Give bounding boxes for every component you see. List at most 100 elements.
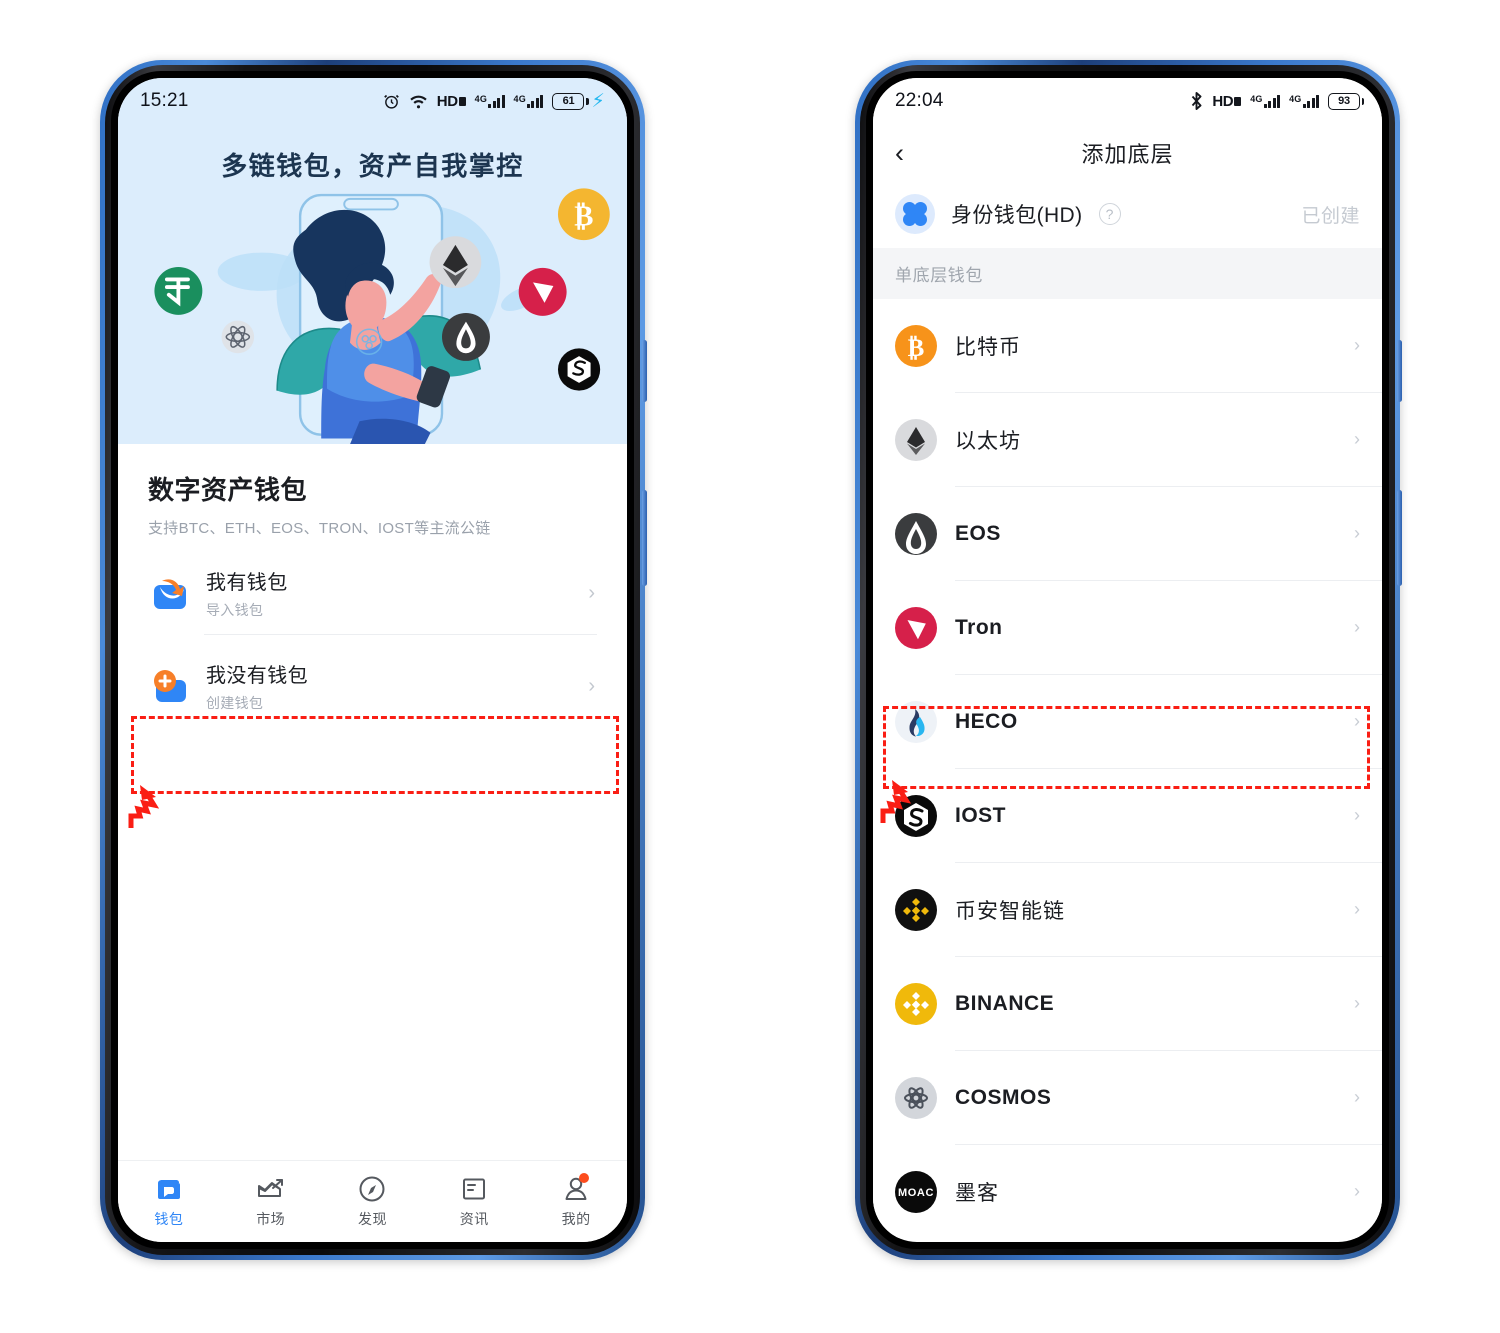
phone-inner-bezel: 15:21 HD 4G 4G 61 ⚡ 多链钱包，资产自我掌控 ₿ 数字资产钱包… <box>111 71 634 1249</box>
chain-row-HECO[interactable]: HECO › <box>873 675 1382 768</box>
bluetooth-icon <box>1190 92 1203 110</box>
no-wallet-text: 我没有钱包 创建钱包 <box>206 659 572 713</box>
nav-tab-mine-label: 我的 <box>561 1211 591 1227</box>
chevron-right-icon: › <box>1354 805 1360 825</box>
no-wallet-title: 我没有钱包 <box>206 665 308 687</box>
right-phone-device: 22:04 HD 4G 4G 93 ‹ 添加底层 身份钱包(HD) ? 已创建 … <box>855 60 1402 1260</box>
right-status-bar: 22:04 HD 4G 4G 93 <box>873 78 1382 124</box>
tron-icon <box>895 606 937 649</box>
left-status-icons: HD 4G 4G 61 ⚡ <box>383 92 605 111</box>
nav-tab-discover[interactable]: 发现 <box>322 1174 424 1229</box>
charging-bolt-icon: ⚡ <box>591 90 605 112</box>
chain-name-label: BINANCE <box>955 991 1055 1015</box>
svg-text:₿: ₿ <box>908 335 925 362</box>
chevron-right-icon-2: › <box>588 674 595 697</box>
no-wallet-row[interactable]: 我没有钱包 创建钱包 › <box>148 645 597 727</box>
wallet-card-section: 数字资产钱包 支持BTC、ETH、EOS、TRON、IOST等主流公链 我有钱包… <box>118 444 627 727</box>
hd-wallet-row[interactable]: 身份钱包(HD) ? 已创建 <box>873 182 1382 248</box>
chevron-right-icon: › <box>1354 899 1360 919</box>
chain-name-label: 以太坊 <box>955 429 1021 453</box>
chevron-right-icon: › <box>1354 617 1360 637</box>
no-wallet-sub: 创建钱包 <box>206 695 264 711</box>
hd-wallet-clover-icon <box>895 194 935 234</box>
left-phone-device: 15:21 HD 4G 4G 61 ⚡ 多链钱包，资产自我掌控 ₿ 数字资产钱包… <box>100 60 647 1260</box>
battery-icon: 61 <box>552 92 585 110</box>
hero-title: 多链钱包，资产自我掌控 <box>221 151 524 181</box>
chevron-right-icon: › <box>588 581 595 604</box>
heco-flame-icon <box>895 700 937 743</box>
hd-icon-right: HD <box>1212 93 1242 110</box>
signal-4g-icon-right-2: 4G <box>1289 94 1319 108</box>
nav-tab-news[interactable]: 资讯 <box>423 1174 525 1229</box>
chain-row-墨客[interactable]: MOAC 墨客 › <box>873 1145 1382 1238</box>
nav-tab-mine[interactable]: 我的 <box>525 1173 627 1229</box>
market-chart-icon <box>256 1174 286 1204</box>
chain-row-以太坊[interactable]: 以太坊 › <box>873 393 1382 486</box>
hd-icon: HD <box>437 93 466 110</box>
have-wallet-row[interactable]: 我有钱包 导入钱包 › <box>148 552 597 634</box>
chevron-right-icon: › <box>1354 993 1360 1013</box>
signal-4g-icon-2: 4G <box>514 94 544 108</box>
card-title: 数字资产钱包 <box>148 475 308 505</box>
chain-name-label: 墨客 <box>955 1181 999 1205</box>
chevron-right-icon: › <box>1354 335 1360 355</box>
chain-name-label: 币安智能链 <box>955 899 1065 923</box>
nav-tab-wallet[interactable]: 钱包 <box>118 1174 220 1229</box>
volume-button-right-phone[interactable] <box>1397 490 1402 586</box>
left-status-time: 15:21 <box>140 90 189 111</box>
chain-name-label: Tron <box>955 615 1003 639</box>
back-chevron-icon[interactable]: ‹ <box>895 139 904 167</box>
card-subtitle: 支持BTC、ETH、EOS、TRON、IOST等主流公链 <box>148 520 491 537</box>
cosmos-icon <box>895 1076 937 1119</box>
ethereum-icon <box>895 418 937 461</box>
bitcoin-icon: ₿ <box>895 324 937 367</box>
signal-4g-icon-right-1: 4G <box>1250 94 1281 108</box>
chain-row-COSMOS[interactable]: COSMOS › <box>873 1051 1382 1144</box>
svg-text:₿: ₿ <box>574 201 593 233</box>
binance-icon <box>895 982 937 1025</box>
chain-row-BINANCE[interactable]: BINANCE › <box>873 957 1382 1050</box>
svg-text:MOAC: MOAC <box>898 1187 934 1199</box>
chain-row-比特币[interactable]: ₿ 比特币 › <box>873 299 1382 392</box>
chevron-right-icon: › <box>1354 523 1360 543</box>
left-status-bar: 15:21 HD 4G 4G 61 ⚡ <box>118 78 627 124</box>
page-title: 添加底层 <box>1081 142 1174 167</box>
power-button-left-phone[interactable] <box>642 340 647 402</box>
bsc-icon <box>895 888 937 931</box>
chain-row-IOST[interactable]: IOST › <box>873 769 1382 862</box>
chevron-right-icon: › <box>1354 1087 1360 1107</box>
iost-icon <box>895 794 937 837</box>
chain-row-Tron[interactable]: Tron › <box>873 581 1382 674</box>
page-navbar: ‹ 添加底层 <box>873 124 1382 182</box>
chain-list: ₿ 比特币 › 以太坊 › EOS › Tron › HECO › IOST › 币安智能链 › BINANC… <box>873 299 1382 1238</box>
hero-banner: 多链钱包，资产自我掌控 ₿ <box>118 124 627 444</box>
right-phone-screen: 22:04 HD 4G 4G 93 ‹ 添加底层 身份钱包(HD) ? 已创建 … <box>873 78 1382 1242</box>
phone-inner-bezel-right: 22:04 HD 4G 4G 93 ‹ 添加底层 身份钱包(HD) ? 已创建 … <box>866 71 1389 1249</box>
moac-icon: MOAC <box>895 1170 937 1213</box>
profile-icon <box>561 1173 591 1204</box>
chevron-right-icon: › <box>1354 429 1360 449</box>
question-mark-icon[interactable]: ? <box>1098 203 1121 225</box>
have-wallet-title: 我有钱包 <box>206 572 288 594</box>
nav-tab-market-label: 市场 <box>256 1211 286 1227</box>
power-button-right-phone[interactable] <box>1397 340 1402 402</box>
left-phone-screen: 15:21 HD 4G 4G 61 ⚡ 多链钱包，资产自我掌控 ₿ 数字资产钱包… <box>118 78 627 1242</box>
nav-tab-market[interactable]: 市场 <box>220 1174 322 1229</box>
alarm-icon <box>383 93 400 110</box>
wallet-create-icon <box>150 666 190 706</box>
have-wallet-text: 我有钱包 导入钱包 <box>206 566 572 620</box>
volume-button-left-phone[interactable] <box>642 490 647 586</box>
chain-name-label: COSMOS <box>955 1085 1052 1109</box>
battery-icon-right: 93 <box>1328 92 1360 110</box>
signal-4g-icon-1: 4G <box>475 94 505 108</box>
news-icon <box>459 1174 489 1204</box>
chevron-right-icon: › <box>1354 1181 1360 1201</box>
wallet-row-divider <box>204 634 597 635</box>
nav-tab-news-label: 资讯 <box>459 1211 489 1227</box>
screenshot-stage: 15:21 HD 4G 4G 61 ⚡ 多链钱包，资产自我掌控 ₿ 数字资产钱包… <box>0 0 1500 1333</box>
nav-tab-discover-label: 发现 <box>357 1211 387 1227</box>
right-status-time: 22:04 <box>895 90 944 111</box>
chain-row-EOS[interactable]: EOS › <box>873 487 1382 580</box>
chain-row-币安智能链[interactable]: 币安智能链 › <box>873 863 1382 956</box>
chevron-right-icon: › <box>1354 711 1360 731</box>
